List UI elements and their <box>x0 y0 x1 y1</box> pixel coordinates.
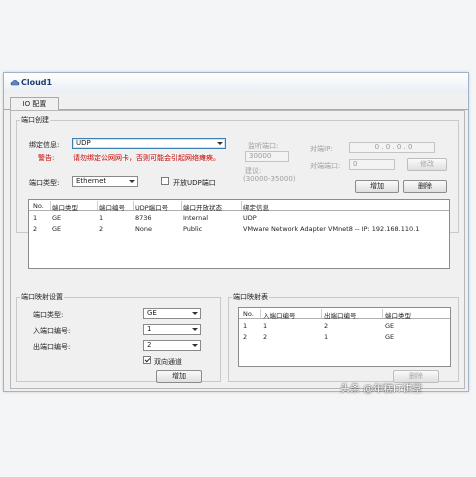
column-header: 绑定信息 <box>243 204 269 212</box>
watermark-text: 头条 @年糕IT讲堂 <box>340 384 423 395</box>
mapping-table-legend: 端口映射表 <box>232 292 269 302</box>
bidirectional-label: 双向通道 <box>154 358 182 366</box>
table-cell: Internal <box>183 214 209 222</box>
port-type-value: Ethernet <box>76 177 107 185</box>
column-separator <box>382 309 383 318</box>
table-cell: GE <box>385 322 395 330</box>
column-header: 端口类型 <box>385 312 411 320</box>
table-row[interactable]: 1 GE 1 8736 Internal UDP <box>29 213 449 223</box>
column-header: No. <box>243 310 254 318</box>
bidirectional-checkbox[interactable] <box>143 356 151 364</box>
peer-port-input[interactable]: 0 <box>349 159 395 170</box>
binding-select[interactable]: UDP <box>72 138 226 149</box>
window-title: Cloud1 <box>21 78 53 87</box>
table-cell: GE <box>52 225 62 233</box>
column-separator <box>50 201 51 210</box>
tab-io-config[interactable]: IO 配置 <box>10 97 59 111</box>
table-cell: 1 <box>243 322 248 330</box>
modify-button[interactable]: 修改 <box>407 158 447 171</box>
out-port-select[interactable]: 2 <box>143 340 201 351</box>
binding-value: UDP <box>76 139 91 147</box>
table-cell: 2 <box>33 225 38 233</box>
peer-port-value: 0 <box>353 160 358 168</box>
mapping-port-type-select[interactable]: GE <box>143 308 201 319</box>
table-cell: None <box>135 225 152 233</box>
chevron-down-icon <box>192 328 198 331</box>
in-port-value: 1 <box>147 325 152 333</box>
table-cell: 1 <box>99 214 104 222</box>
out-port-value: 2 <box>147 341 152 349</box>
table-row[interactable]: 2 GE 2 None Public VMware Network Adapte… <box>29 224 449 234</box>
port-type-select[interactable]: Ethernet <box>72 176 138 187</box>
column-header: 端口类型 <box>52 204 78 212</box>
column-header: No. <box>33 202 44 210</box>
mapping-port-type-label: 端口类型: <box>33 311 64 319</box>
listen-port-input[interactable]: 30000 <box>245 151 289 162</box>
add-port-button[interactable]: 增加 <box>355 180 399 193</box>
table-cell: Public <box>183 225 203 233</box>
column-separator <box>181 201 182 210</box>
column-header: 入端口编号 <box>263 312 296 320</box>
warning-text: 请勿绑定公网网卡，否则可能会引起网络瘫痪。 <box>73 154 220 162</box>
table-cell: 2 <box>263 333 268 341</box>
column-header: 端口编号 <box>99 204 125 212</box>
out-port-label: 出端口编号: <box>33 343 71 351</box>
suggest-value: (30000-35000) <box>243 175 296 183</box>
table-cell: UDP <box>243 214 257 222</box>
listen-port-label: 监听端口: <box>248 142 279 150</box>
title-bar[interactable]: Cloud1 <box>4 73 468 93</box>
mapping-settings-legend: 端口映射设置 <box>20 292 64 302</box>
cloud-app-icon <box>10 80 20 86</box>
chevron-down-icon <box>217 142 223 145</box>
table-cell: GE <box>385 333 395 341</box>
column-separator <box>133 201 134 210</box>
tab-content: 端口创建 绑定信息: UDP 警告: 请勿绑定公网网卡，否则可能会引起网络瘫痪。… <box>10 110 465 389</box>
add-mapping-button[interactable]: 增加 <box>156 370 202 383</box>
column-separator <box>241 201 242 210</box>
cloud-config-window: Cloud1 IO 配置 端口创建 绑定信息: UDP 警告: 请勿绑定公网网卡… <box>3 72 469 392</box>
listen-port-value: 30000 <box>249 152 272 160</box>
in-port-select[interactable]: 1 <box>143 324 201 335</box>
open-udp-checkbox[interactable] <box>161 177 169 185</box>
port-table[interactable]: No. 端口类型 端口编号 UDP端口号 端口开放状态 绑定信息 1 GE 1 … <box>28 199 450 269</box>
peer-ip-input[interactable]: 0 . 0 . 0 . 0 <box>349 142 435 153</box>
mapping-port-type-value: GE <box>147 309 157 317</box>
table-cell: 2 <box>99 225 104 233</box>
port-table-header: No. 端口类型 端口编号 UDP端口号 端口开放状态 绑定信息 <box>29 200 449 212</box>
table-cell: 1 <box>33 214 38 222</box>
table-cell: VMware Network Adapter VMnet8 -- IP: 192… <box>243 225 420 233</box>
column-separator <box>97 201 98 210</box>
column-header: 端口开放状态 <box>183 204 222 212</box>
table-cell: 2 <box>324 322 329 330</box>
table-cell: 1 <box>324 333 329 341</box>
column-separator <box>260 309 261 318</box>
delete-port-button[interactable]: 删除 <box>403 180 447 193</box>
table-cell: GE <box>52 214 62 222</box>
table-cell: 1 <box>263 322 268 330</box>
port-type-label: 端口类型: <box>29 179 60 187</box>
in-port-label: 入端口编号: <box>33 327 71 335</box>
table-cell: 8736 <box>135 214 152 222</box>
table-row[interactable]: 1 1 2 GE <box>239 321 450 331</box>
column-separator <box>321 309 322 318</box>
column-header: 出端口编号 <box>324 312 357 320</box>
chevron-down-icon <box>129 180 135 183</box>
column-header: UDP端口号 <box>135 204 169 212</box>
table-cell: 2 <box>243 333 248 341</box>
open-udp-label: 开放UDP端口 <box>173 179 216 187</box>
peer-ip-value: 0 . 0 . 0 . 0 <box>374 143 413 151</box>
tab-bar <box>4 93 468 110</box>
mapping-table[interactable]: No. 入端口编号 出端口编号 端口类型 1 1 2 GE 2 2 1 GE <box>238 307 451 367</box>
mapping-table-header: No. 入端口编号 出端口编号 端口类型 <box>239 308 450 320</box>
peer-ip-label: 对端IP: <box>310 145 333 153</box>
chevron-down-icon <box>192 344 198 347</box>
binding-label: 绑定信息: <box>29 141 60 149</box>
port-create-legend: 端口创建 <box>20 115 50 125</box>
warning-label: 警告: <box>38 154 55 162</box>
chevron-down-icon <box>192 312 198 315</box>
peer-port-label: 对端端口: <box>310 162 341 170</box>
table-row[interactable]: 2 2 1 GE <box>239 332 450 342</box>
